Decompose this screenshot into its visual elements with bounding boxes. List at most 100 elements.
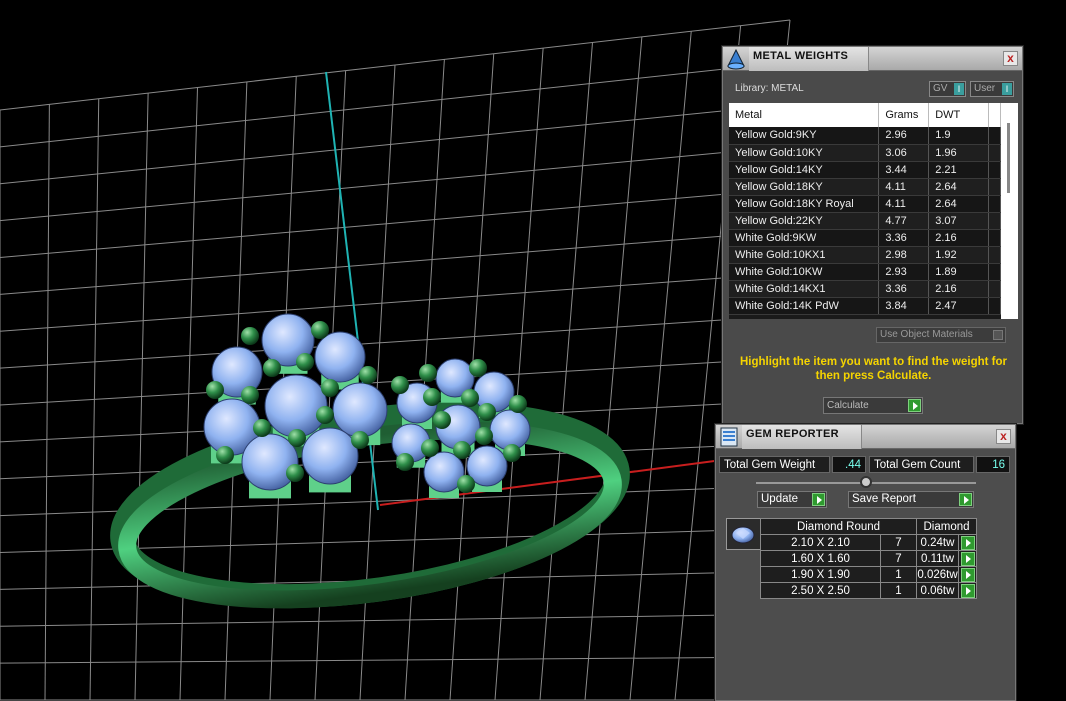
gem-size: 2.10 X 2.10 [760,534,881,551]
slider-handle[interactable] [860,476,872,488]
calculate-button[interactable]: Calculate [823,397,923,414]
table-row[interactable]: White Gold:10KX1 2.98 1.92 [729,246,1001,264]
play-arrow-icon [959,493,972,506]
total-gem-weight-label: Total Gem Weight [719,456,830,473]
gem-row-button[interactable] [958,550,977,567]
update-button[interactable]: Update [757,491,827,508]
metal-bead [316,406,334,424]
diamond-round-icon [726,518,761,550]
close-icon[interactable]: x [1003,51,1018,66]
metal-bead [288,429,306,447]
metal-bead [509,395,527,413]
gem-size: 1.60 X 1.60 [760,550,881,567]
use-object-materials-checkbox[interactable]: Use Object Materials [876,327,1006,343]
gem-count: 7 [880,550,917,567]
metal-bead [433,411,451,429]
dwt-value: 1.96 [928,144,990,162]
metal-table-header: Metal Grams DWT [729,103,1001,127]
total-gem-count-label: Total Gem Count [869,456,974,473]
metal-bead [263,359,281,377]
grams-value: 3.36 [878,229,930,247]
table-row[interactable]: White Gold:9KW 3.36 2.16 [729,229,1001,247]
metal-bead [391,376,409,394]
dwt-value: 2.16 [928,229,990,247]
table-row: 2.10 X 2.10 7 0.24tw [760,534,977,551]
diamond-stone [473,371,515,413]
scrollbar-thumb[interactable] [1007,123,1010,193]
metal-table-scrollbar[interactable] [1001,103,1018,319]
metal-name: White Gold:14K PdW [729,297,880,315]
gem-table-header: Diamond Round Diamond [760,518,977,535]
col-header-grams[interactable]: Grams [878,103,930,127]
table-row[interactable]: White Gold:14K PdW 3.84 2.47 [729,297,1001,315]
grams-value: 4.77 [878,212,930,230]
table-row: 2.50 X 2.50 1 0.06tw [760,582,977,599]
save-report-button[interactable]: Save Report [848,491,974,508]
metal-weights-titlebar[interactable]: METAL WEIGHTS x [723,47,1022,71]
metal-table[interactable]: Metal Grams DWT Yellow Gold:9KY 2.96 1.9 Y… [729,103,1018,319]
grams-value: 2.98 [878,246,930,264]
dwt-value: 2.16 [928,280,990,298]
dwt-value: 1.92 [928,246,990,264]
metal-bead [311,321,329,339]
grams-value: 3.84 [878,297,930,315]
gv-toggle[interactable]: GV I [929,81,966,97]
grams-value: 3.36 [878,280,930,298]
dwt-value: 2.64 [928,178,990,196]
total-gem-weight-value: .44 [832,456,866,473]
metal-name: Yellow Gold:18KY Royal [729,195,880,213]
play-arrow-icon [960,583,975,598]
metal-bead [206,381,224,399]
metal-bead [321,379,339,397]
table-row[interactable]: White Gold:14KX1 3.36 2.16 [729,280,1001,298]
metal-name: White Gold:10KW [729,263,880,281]
diamond-round-header: Diamond Round [760,518,917,535]
gv-toggle-label: GV [933,83,948,94]
table-row[interactable]: Yellow Gold:10KY 3.06 1.96 [729,144,1001,162]
gem-row-button[interactable] [958,534,977,551]
checkbox-box [993,330,1003,340]
diamond-stone [314,331,366,383]
dwt-value: 2.21 [928,161,990,179]
metal-bead [359,366,377,384]
metal-bead [253,419,271,437]
total-gem-count-value: 16 [976,456,1010,473]
gem-row-button[interactable] [958,566,977,583]
gem-size: 2.50 X 2.50 [760,582,881,599]
dwt-value: 2.47 [928,297,990,315]
metal-weights-title: METAL WEIGHTS [753,50,849,62]
gem-row-button[interactable] [958,582,977,599]
play-arrow-icon [960,567,975,582]
metal-bead [475,427,493,445]
metal-bead [478,403,496,421]
play-arrow-icon [960,551,975,566]
dwt-value: 3.07 [928,212,990,230]
table-row[interactable]: Yellow Gold:18KY 4.11 2.64 [729,178,1001,196]
metal-name: Yellow Gold:10KY [729,144,880,162]
table-row[interactable]: Yellow Gold:9KY 2.96 1.9 [729,127,1001,145]
metal-bead [421,439,439,457]
diamond-header: Diamond [916,518,977,535]
grid-line [584,36,643,701]
col-header-dwt[interactable]: DWT [928,103,990,127]
metal-bead [351,431,369,449]
close-icon[interactable]: x [996,429,1011,444]
table-row[interactable]: Yellow Gold:18KY Royal 4.11 2.64 [729,195,1001,213]
metal-name: White Gold:9KW [729,229,880,247]
grid-line [629,31,692,701]
gem-reporter-titlebar[interactable]: GEM REPORTER x [716,425,1015,449]
report-icon [720,427,738,447]
table-row[interactable]: White Gold:10KW 2.93 1.89 [729,263,1001,281]
user-toggle[interactable]: User I [970,81,1014,97]
table-row[interactable]: Yellow Gold:14KY 3.44 2.21 [729,161,1001,179]
gem-table: Diamond Round Diamond 2.10 X 2.10 7 0.24… [760,518,977,599]
metal-bead [241,386,259,404]
metal-name: White Gold:14KX1 [729,280,880,298]
col-header-metal[interactable]: Metal [729,103,880,127]
metal-bead [419,364,437,382]
gem-cluster [203,313,531,499]
metal-bead [423,388,441,406]
table-row[interactable]: Yellow Gold:22KY 4.77 3.07 [729,212,1001,230]
grams-value: 4.11 [878,178,930,196]
metal-name: Yellow Gold:14KY [729,161,880,179]
